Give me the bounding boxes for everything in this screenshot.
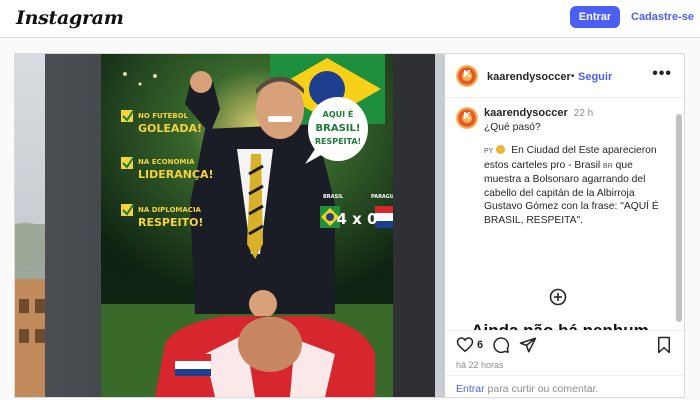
top-navigation-bar: Instagram Entrar Cadastre-se: [0, 0, 700, 38]
caption-time: 22 h: [573, 108, 594, 119]
billboard-line2-bottom: LIDERANÇA!: [138, 168, 214, 181]
billboard-line1-bottom: GOLEADA!: [138, 122, 202, 135]
signup-link[interactable]: Cadastre-se: [631, 11, 694, 23]
share-icon[interactable]: [519, 336, 537, 354]
post-sidebar: kaarendysoccer • Seguir ••• kaarendysocc…: [446, 54, 684, 397]
billboard-line2-top: NA ECONOMIA: [138, 158, 195, 166]
billboard-photo: NO FUTEBOL GOLEADA! NA ECONOMIA LIDERANÇ…: [15, 54, 445, 397]
instagram-logo[interactable]: Instagram: [16, 7, 124, 29]
post-time-ago[interactable]: há 22 horas: [456, 360, 504, 370]
post-header: kaarendysoccer • Seguir •••: [446, 54, 684, 98]
follow-separator: •: [571, 71, 575, 82]
comment-icon[interactable]: [492, 336, 510, 354]
login-prompt-text: Entrar para curtir ou comentar.: [456, 383, 598, 395]
speech-line3: RESPEITA!: [315, 137, 361, 146]
bookmark-icon[interactable]: [656, 336, 672, 354]
login-prompt-rest: para curtir ou comentar.: [484, 383, 599, 395]
figure-paraguay-player: [155, 316, 375, 397]
more-options-icon[interactable]: •••: [652, 65, 672, 83]
caption-line1: ¿Qué pasó?: [484, 122, 541, 133]
score-value: 4 x 0: [337, 210, 378, 228]
billboard-line3-top: NA DIPLOMACIA: [138, 206, 202, 214]
billboard-line1-top: NO FUTEBOL: [138, 112, 189, 120]
login-button[interactable]: Entrar: [570, 6, 620, 28]
login-prompt-link[interactable]: Entrar: [456, 383, 485, 395]
flag-py-label: PY: [484, 148, 494, 155]
caption-body: PY En Ciudad del Este aparecieron estos …: [484, 144, 672, 227]
no-comments-message: Ainda não há nenhum comentário.: [446, 320, 674, 330]
follow-button[interactable]: Seguir: [578, 71, 612, 83]
caption-scrollbar[interactable]: [676, 114, 682, 322]
caption-author-avatar[interactable]: [456, 107, 478, 129]
speech-line1: AQUI É: [323, 108, 354, 119]
caption-username[interactable]: kaarendysoccer: [484, 107, 568, 119]
flag-br-label: BR: [603, 162, 613, 170]
score-team-left: BRASIL: [323, 194, 344, 200]
heart-icon[interactable]: [456, 336, 474, 353]
author-avatar[interactable]: [456, 65, 478, 87]
post-image[interactable]: NO FUTEBOL GOLEADA! NA ECONOMIA LIDERANÇ…: [15, 54, 445, 397]
emoji-icon: [496, 145, 506, 154]
likes-count[interactable]: 6: [477, 339, 483, 351]
post-actions: 6 há 22 horas Entrar para curtir ou come…: [446, 330, 684, 397]
caption-area: kaarendysoccer 22 h ¿Qué pasó? PY En Ciud…: [446, 98, 684, 330]
speech-line2: BRASIL!: [316, 123, 361, 134]
author-username[interactable]: kaarendysoccer: [487, 71, 571, 83]
add-comment-icon[interactable]: [549, 288, 567, 306]
billboard-line3-bottom: RESPEITO!: [138, 216, 203, 229]
login-prompt: Entrar para curtir ou comentar.: [446, 375, 684, 398]
caption-header: kaarendysoccer 22 h: [484, 107, 672, 121]
